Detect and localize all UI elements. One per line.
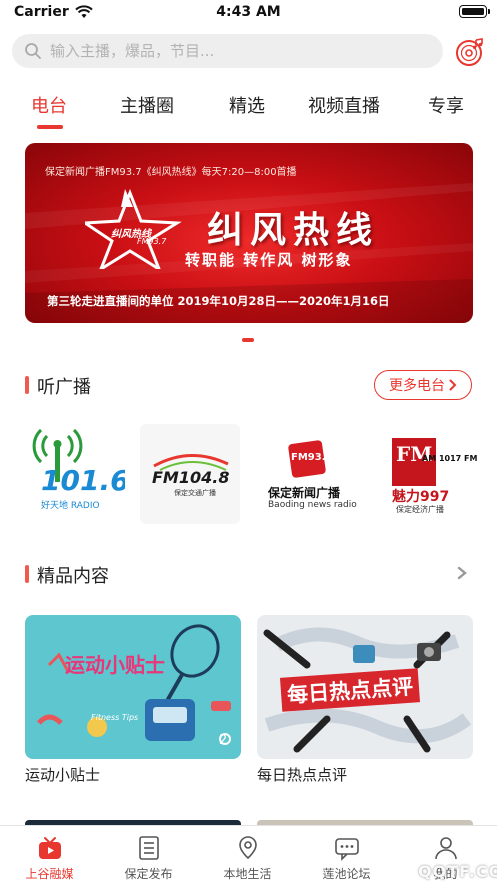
tab-video-live[interactable]: 视频直播 [308, 92, 380, 118]
station-fm937[interactable]: FM93.7 保定新闻广播 Baoding news radio [260, 424, 360, 524]
tabbar-item-publish[interactable]: 保定发布 [99, 826, 198, 883]
tabbar-item-home[interactable]: 上谷融媒 [0, 826, 99, 883]
station-997-name: 魅力997 [392, 489, 450, 505]
active-tab-indicator [37, 125, 63, 129]
station-1016[interactable]: 101.6 好天地 RADIO [25, 424, 125, 524]
banner-top-text: 保定新闻广播FM93.7《纠风热线》每天7:20—8:00首播 [45, 167, 297, 178]
chevron-right-icon [449, 379, 457, 391]
banner-bottom-text: 第三轮走进直播间的单位 2019年10月28日——2020年1月16日 [47, 294, 390, 308]
search-icon [25, 43, 41, 59]
tab-exclusive[interactable]: 专享 [428, 92, 464, 118]
tv-icon [39, 837, 61, 859]
section-marker [25, 565, 29, 583]
chat-bubble-icon [335, 838, 359, 861]
search-bar[interactable] [12, 34, 443, 68]
carousel-page-indicator [242, 338, 254, 342]
card-hotspot-caption[interactable]: 每日热点点评 [257, 764, 347, 785]
category-tabs: 电台 主播圈 精选 视频直播 专享 [0, 86, 497, 130]
watermark: QQTF.COM [418, 862, 497, 881]
tabbar-label: 莲池论坛 [322, 867, 371, 881]
station-fm1048[interactable]: FM104.8 保定交通广播 [140, 424, 240, 524]
card-daily-hotspot[interactable]: 每日热点点评 [257, 615, 473, 759]
banner-title: 纠风热线 [207, 209, 380, 251]
tab-hosts[interactable]: 主播圈 [120, 92, 174, 118]
station-997-sub: AM 1017 FM 99.7 [422, 454, 478, 463]
station-1016-number: 101.6 [41, 464, 125, 497]
card-fitness-count: 2 [219, 733, 228, 748]
tabbar-label: 本地生活 [223, 867, 272, 881]
more-stations-label: 更多电台 [389, 378, 445, 394]
station-fm1048-number: FM104.8 [152, 468, 230, 487]
card-fitness-caption[interactable]: 运动小贴士 [25, 764, 100, 785]
battery-icon [459, 5, 490, 18]
banner-carousel[interactable]: 保定新闻广播FM93.7《纠风热线》每天7:20—8:00首播 纠风热线 FM9… [25, 143, 473, 323]
station-fm937-sub: Baoding news radio [268, 500, 357, 510]
tabbar-label: 上谷融媒 [25, 867, 74, 881]
card-fitness-art-sub: Fitness Tips [91, 713, 139, 722]
premium-section-title: 精品内容 [37, 566, 109, 587]
card-fitness-tips[interactable]: 运动小贴士 Fitness Tips 2 [25, 615, 241, 759]
status-bar: Carrier 4:43 AM [0, 0, 497, 26]
station-fm937-number: FM93.7 [291, 452, 333, 463]
more-stations-button[interactable]: 更多电台 [374, 370, 472, 400]
person-icon [435, 837, 457, 860]
document-icon [139, 836, 159, 860]
location-pin-icon [239, 836, 257, 860]
tabbar-label: 保定发布 [124, 867, 173, 881]
tab-radio[interactable]: 电台 [31, 92, 67, 118]
chevron-right-icon[interactable] [457, 566, 467, 580]
station-1016-tag: 好天地 RADIO [41, 501, 100, 511]
station-fm1048-tag: 保定交通广播 [174, 489, 216, 497]
section-marker [25, 376, 29, 394]
banner-subtitle: 转职能 转作风 树形象 [185, 251, 353, 269]
card-fitness-art-title: 运动小贴士 [65, 653, 165, 677]
search-input[interactable] [50, 42, 410, 60]
station-997[interactable]: FM AM 1017 FM 99.7 魅力997 保定经济广播 [378, 424, 478, 524]
tabbar-item-local[interactable]: 本地生活 [198, 826, 297, 883]
banner-logo-fm: FM93.7 [137, 237, 167, 246]
radio-section-title: 听广播 [37, 377, 91, 398]
status-time: 4:43 AM [216, 4, 281, 20]
tab-featured[interactable]: 精选 [229, 92, 265, 118]
tabbar-item-forum[interactable]: 莲池论坛 [297, 826, 396, 883]
sports-illustration [37, 624, 231, 745]
station-fm937-name: 保定新闻广播 [268, 486, 341, 500]
station-997-tag: 保定经济广播 [396, 505, 444, 514]
music-disc-icon[interactable] [454, 36, 486, 68]
